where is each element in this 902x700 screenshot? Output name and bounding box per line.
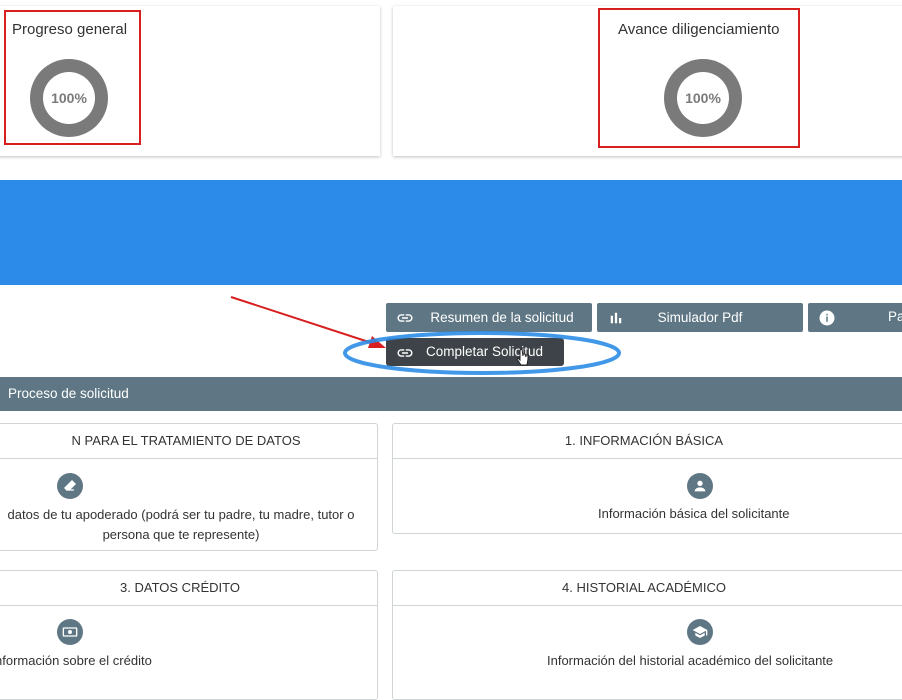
step-description: nformación sobre el crédito <box>0 653 152 668</box>
simulador-pdf-button[interactable]: Simulador Pdf <box>597 303 803 332</box>
info-icon <box>819 310 835 326</box>
person-icon <box>687 473 713 499</box>
step-description-line2: persona que te represente) <box>102 527 260 542</box>
step-description: Información básica del solicitante <box>598 506 790 521</box>
progress-general-donut: 100% <box>30 59 108 137</box>
completar-solicitud-tooltip[interactable]: Completar Solicitud <box>386 338 564 366</box>
step-title: 3. DATOS CRÉDITO <box>0 571 377 606</box>
link-icon <box>397 314 413 322</box>
resumen-solicitud-button[interactable]: Resumen de la solicitud <box>386 303 592 332</box>
step-title: N PARA EL TRATAMIENTO DE DATOS <box>0 424 377 459</box>
step-title: 1. INFORMACIÓN BÁSICA <box>393 424 902 459</box>
banner <box>0 180 902 285</box>
progress-diligenciamiento-donut: 100% <box>664 59 742 137</box>
step-card-datos-credito[interactable]: 3. DATOS CRÉDITO nformación sobre el cré… <box>0 570 378 700</box>
progress-general-value: 100% <box>51 90 87 106</box>
annotation-arrow-line <box>230 296 379 346</box>
eraser-icon <box>57 473 83 499</box>
completar-solicitud-label: Completar Solicitud <box>426 344 544 359</box>
step-card-informacion-basica[interactable]: 1. INFORMACIÓN BÁSICA Información básica… <box>392 423 902 534</box>
proceso-solicitud-bar: Proceso de solicitud <box>0 377 902 411</box>
progress-diligenciamiento-value: 100% <box>685 90 721 106</box>
link-icon <box>397 349 413 357</box>
step-card-historial-academico[interactable]: 4. HISTORIAL ACADÉMICO Información del h… <box>392 570 902 700</box>
bar-chart-icon <box>610 312 622 324</box>
graduation-cap-icon <box>687 619 713 645</box>
step-description: Información del historial académico del … <box>547 653 834 668</box>
money-icon <box>57 619 83 645</box>
annotation-arrow-head <box>368 336 386 348</box>
info-button[interactable]: Pa <box>808 303 902 332</box>
simulador-pdf-label: Simulador Pdf <box>657 310 743 325</box>
step-description-line1: datos de tu apoderado (podrá ser tu padr… <box>7 507 355 522</box>
step-description: datos de tu apoderado (podrá ser tu padr… <box>0 505 367 545</box>
step-card-tratamiento-datos[interactable]: N PARA EL TRATAMIENTO DE DATOS datos de … <box>0 423 378 551</box>
resumen-solicitud-label: Resumen de la solicitud <box>430 310 574 325</box>
step-title: 4. HISTORIAL ACADÉMICO <box>393 571 902 606</box>
info-button-label: Pa <box>888 309 902 324</box>
